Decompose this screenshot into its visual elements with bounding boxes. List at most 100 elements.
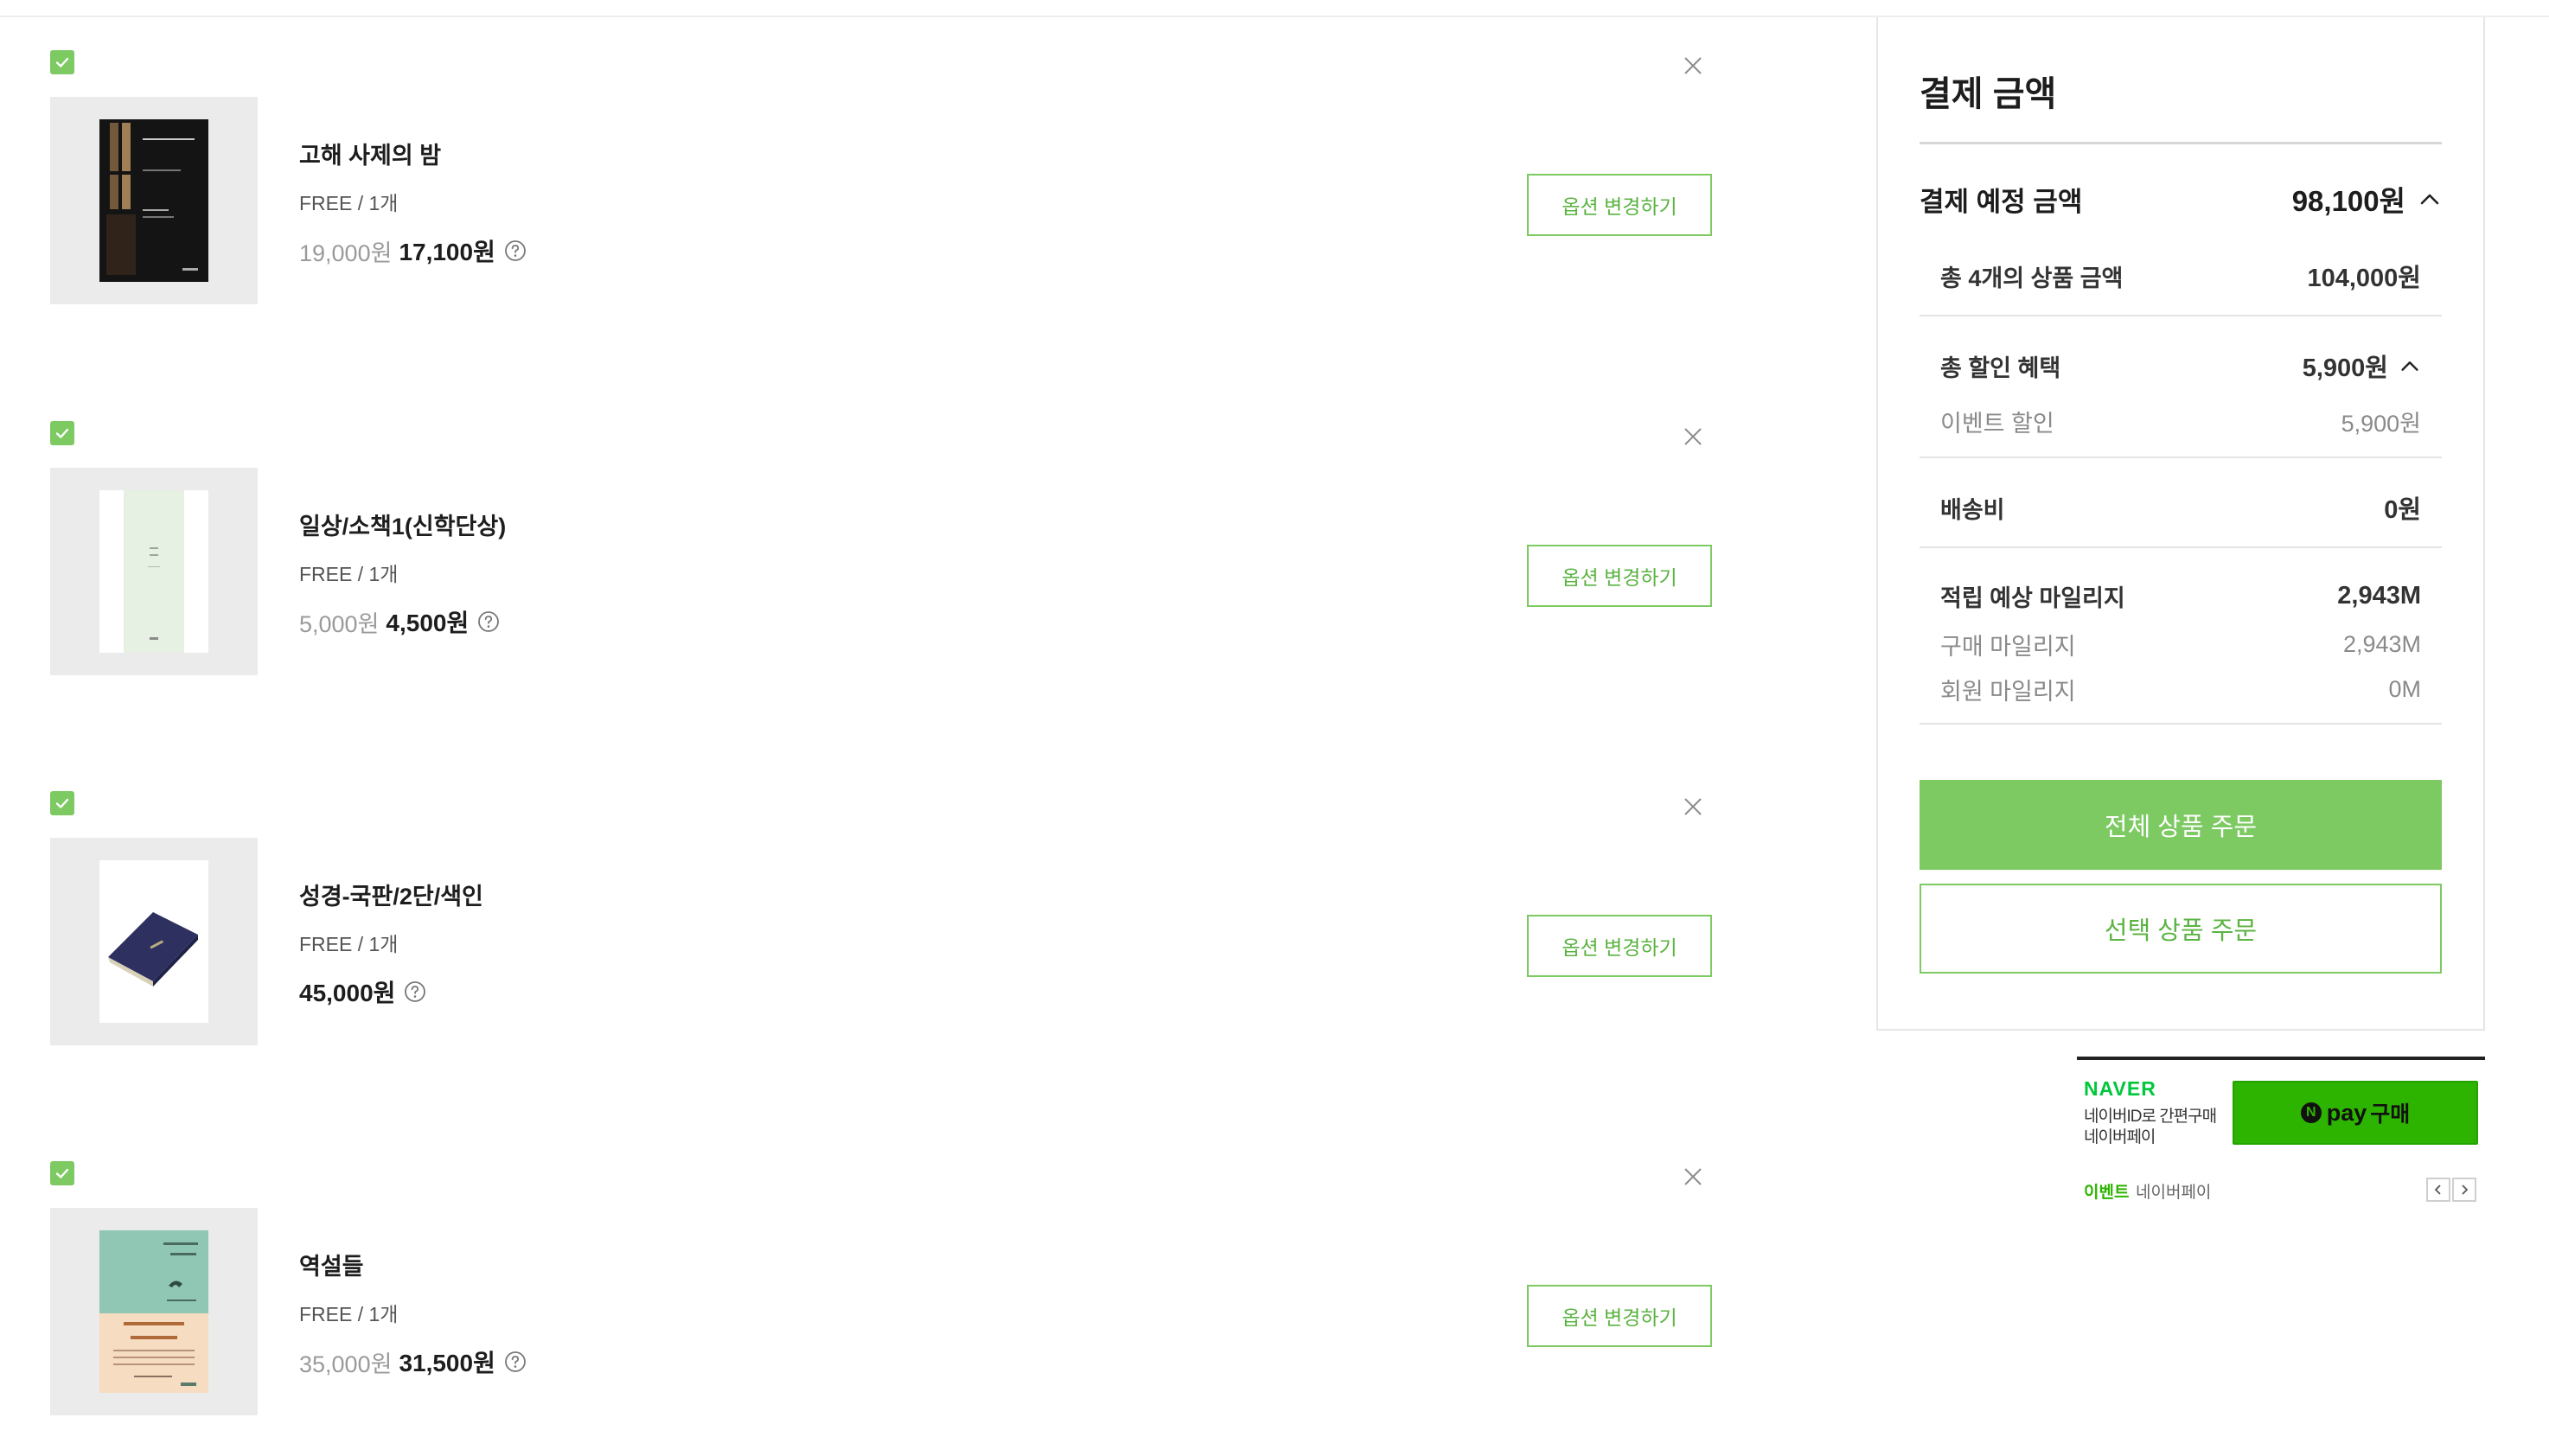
member-mileage-value: 0M [2388, 676, 2421, 702]
item-checkbox[interactable] [50, 791, 74, 815]
event-discount-value: 5,900원 [2341, 411, 2421, 437]
check-icon [55, 57, 69, 67]
original-price: 35,000원 [299, 1351, 393, 1377]
discount-total-row[interactable]: 총 할인 혜택 5,900원 [1940, 348, 2421, 384]
book-cover [99, 1230, 208, 1393]
discount-total-value: 5,900원 [2302, 354, 2388, 382]
expected-payment-label: 결제 예정 금액 [1920, 186, 2083, 217]
book-cover-art [99, 1230, 208, 1393]
expected-mileage-row: 적립 예상 마일리지 2,943M [1940, 579, 2421, 613]
divider [1920, 723, 2442, 725]
divider [1920, 546, 2442, 548]
product-option: FREE / 1개 [299, 192, 399, 214]
member-mileage-row: 회원 마일리지 0M [1940, 673, 2421, 706]
shipping-row: 배송비 0원 [1940, 489, 2421, 526]
remove-item-button[interactable] [1681, 795, 1705, 819]
item-checkbox[interactable] [50, 1161, 74, 1185]
product-title[interactable]: 고해 사제의 밤 [299, 137, 441, 170]
product-price: 45,000원 [299, 974, 426, 1009]
close-icon [1684, 428, 1702, 445]
change-option-button[interactable]: 옵션 변경하기 [1527, 545, 1712, 607]
products-total-label: 총 4개의 상품 금액 [1940, 265, 2124, 291]
naverpay-buy-button[interactable]: N pay 구매 [2233, 1081, 2478, 1145]
product-thumbnail[interactable] [50, 838, 258, 1045]
change-option-button[interactable]: 옵션 변경하기 [1527, 915, 1712, 977]
cart-item: 고해 사제의 밤 FREE / 1개 19,000원 17,100원 옵션 변경… [50, 50, 1719, 413]
cart-item: 일상/소책1(신학단상) FREE / 1개 5,000원 4,500원 옵션 … [50, 421, 1719, 784]
product-title[interactable]: 일상/소책1(신학단상) [299, 508, 506, 541]
book-cover-art [99, 490, 208, 653]
final-price: 45,000원 [299, 980, 396, 1006]
discount-total-value-group: 5,900원 [2303, 348, 2421, 384]
purchase-mileage-row: 구매 마일리지 2,943M [1940, 628, 2421, 661]
product-thumbnail[interactable] [50, 97, 258, 304]
product-price: 35,000원 31,500원 [299, 1344, 527, 1379]
question-circle-icon[interactable] [504, 239, 527, 262]
chevron-right-icon [2462, 1185, 2469, 1195]
chevron-up-icon[interactable] [2418, 187, 2442, 211]
shipping-value: 0원 [2384, 496, 2421, 524]
remove-item-button[interactable] [1681, 54, 1705, 78]
divider [1920, 457, 2442, 458]
naver-logo: NAVER [2084, 1077, 2156, 1100]
order-selected-button[interactable]: 선택 상품 주문 [1920, 884, 2442, 974]
product-price: 5,000원 4,500원 [299, 604, 500, 639]
products-total-row: 총 4개의 상품 금액 104,000원 [1940, 258, 2421, 294]
product-thumbnail[interactable] [50, 1208, 258, 1415]
cart-item: 역설들 FREE / 1개 35,000원 31,500원 옵션 변경하기 [50, 1161, 1719, 1456]
close-icon [1684, 798, 1702, 815]
book-cover-art [99, 860, 208, 1023]
product-price: 19,000원 17,100원 [299, 233, 527, 268]
question-circle-icon[interactable] [504, 1351, 527, 1373]
naverpay-description: 네이버ID로 간편구매 [2084, 1108, 2217, 1126]
item-checkbox[interactable] [50, 421, 74, 445]
expected-payment-value-group: 98,100원 [2292, 178, 2442, 220]
event-discount-label: 이벤트 할인 [1940, 411, 2054, 437]
final-price: 31,500원 [399, 1350, 495, 1376]
book-cover [99, 119, 208, 282]
change-option-button[interactable]: 옵션 변경하기 [1527, 174, 1712, 236]
discount-total-label: 총 할인 혜택 [1940, 354, 2061, 381]
order-all-button[interactable]: 전체 상품 주문 [1920, 780, 2442, 870]
change-option-button[interactable]: 옵션 변경하기 [1527, 1285, 1712, 1347]
expected-mileage-value: 2,943M [2337, 582, 2421, 610]
shipping-label: 배송비 [1940, 496, 2005, 523]
product-option: FREE / 1개 [299, 1303, 399, 1325]
divider [1920, 142, 2442, 144]
payment-summary-panel: 결제 금액 결제 예정 금액 98,100원 총 4개의 상품 금액 104,0… [1876, 17, 2485, 1031]
expected-payment-row[interactable]: 결제 예정 금액 98,100원 [1920, 178, 2442, 220]
product-option: FREE / 1개 [299, 563, 399, 585]
book-cover [99, 490, 208, 653]
book-cover-art [99, 119, 208, 282]
naverpay-event-name[interactable]: 네이버페이 [2136, 1179, 2211, 1203]
products-total-value: 104,000원 [2307, 265, 2421, 292]
check-icon [55, 428, 69, 438]
naverpay-description: 네이버페이 [2084, 1128, 2156, 1146]
close-icon [1684, 57, 1702, 74]
book-cover [99, 860, 208, 1023]
question-circle-icon[interactable] [404, 980, 426, 1003]
remove-item-button[interactable] [1681, 425, 1705, 449]
npay-label: pay [2326, 1099, 2367, 1126]
question-circle-icon[interactable] [477, 610, 500, 633]
naverpay-event-label[interactable]: 이벤트 [2084, 1179, 2129, 1203]
naverpay-prev-button[interactable] [2426, 1178, 2450, 1202]
product-title[interactable]: 역설들 [299, 1248, 364, 1281]
product-thumbnail[interactable] [50, 468, 258, 675]
product-title[interactable]: 성경-국판/2단/색인 [299, 878, 483, 911]
product-option: FREE / 1개 [299, 933, 399, 955]
chevron-up-icon[interactable] [2399, 354, 2421, 377]
naverpay-next-button[interactable] [2452, 1178, 2476, 1202]
naver-n-icon: N [2300, 1102, 2322, 1123]
divider [1920, 315, 2442, 316]
check-icon [55, 798, 69, 808]
item-checkbox[interactable] [50, 50, 74, 74]
remove-item-button[interactable] [1681, 1165, 1705, 1189]
final-price: 4,500원 [386, 610, 470, 636]
purchase-mileage-value: 2,943M [2342, 631, 2421, 657]
original-price: 19,000원 [299, 239, 393, 266]
cart-item: 성경-국판/2단/색인 FREE / 1개 45,000원 옵션 변경하기 [50, 791, 1719, 1154]
final-price: 17,100원 [399, 239, 495, 265]
expected-mileage-label: 적립 예상 마일리지 [1940, 585, 2125, 611]
expected-payment-value: 98,100원 [2291, 185, 2405, 217]
